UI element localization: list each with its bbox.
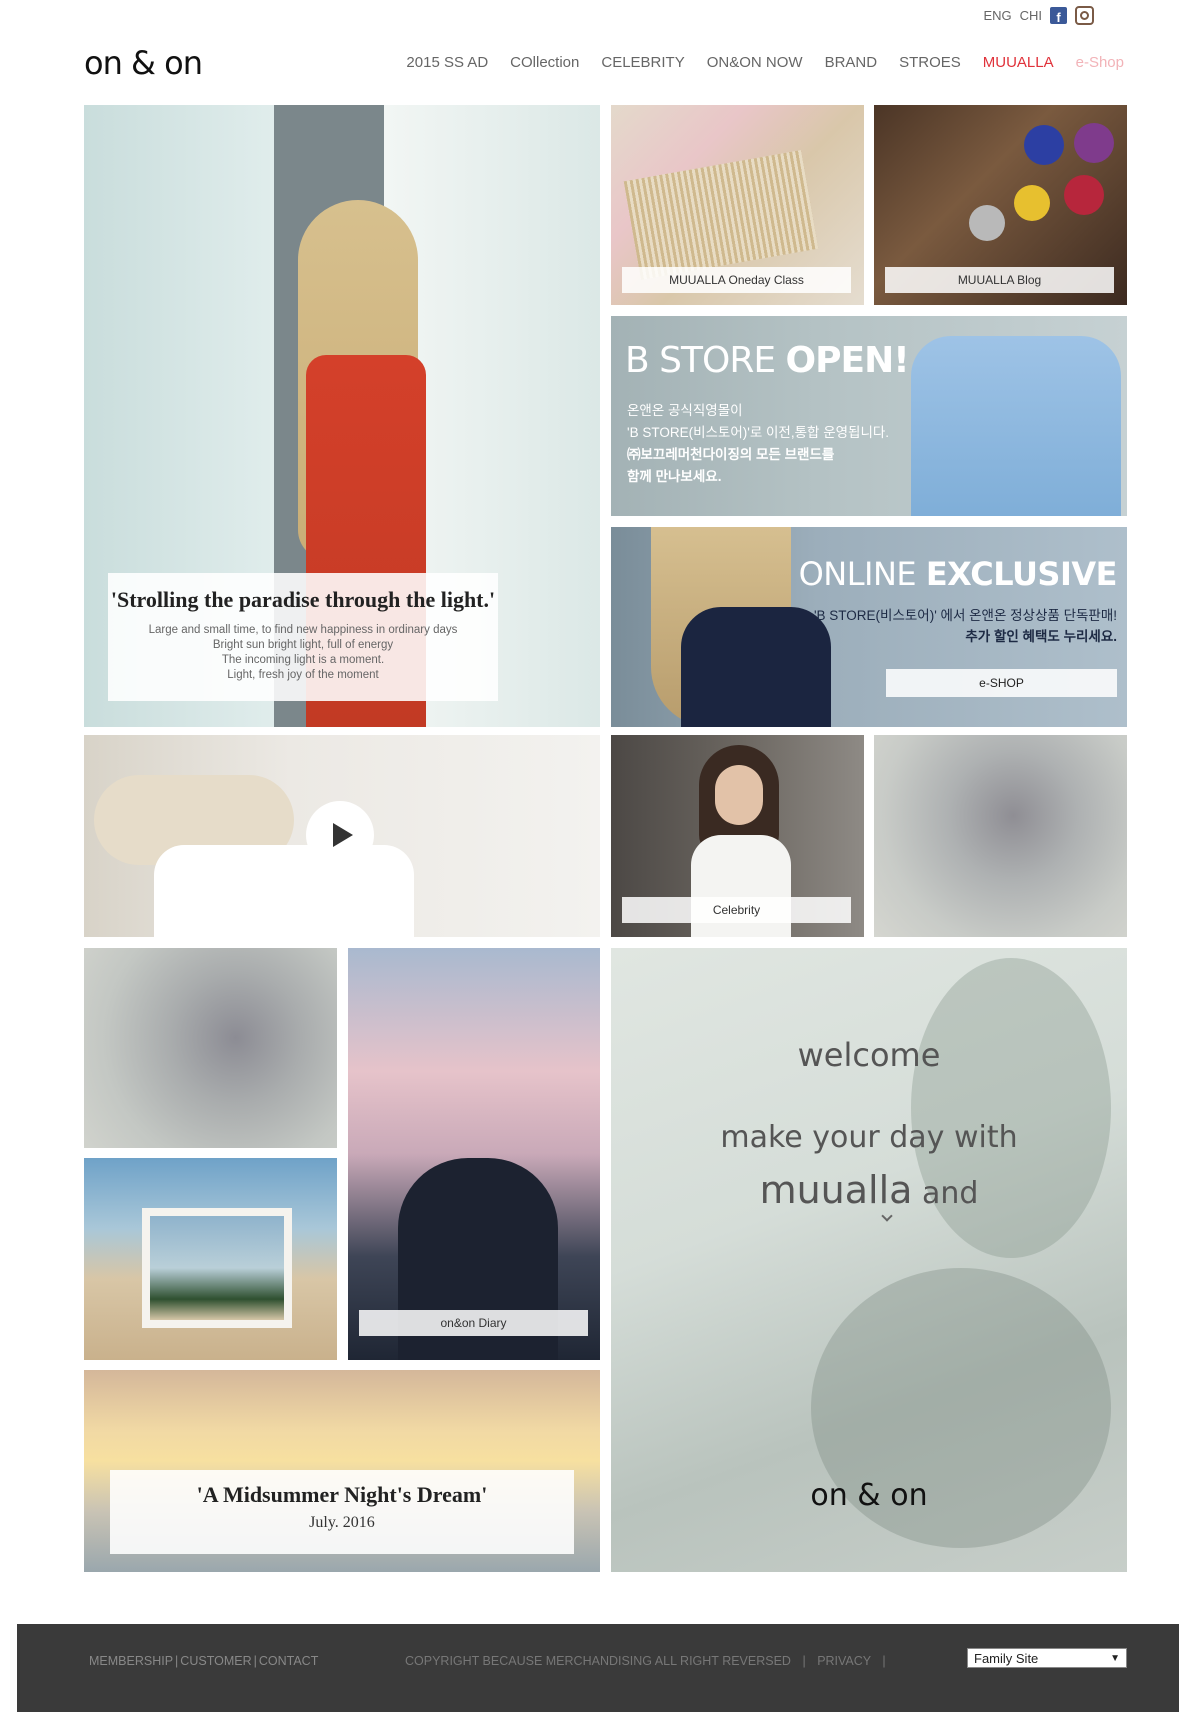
- polaroid-tile: [84, 1158, 337, 1360]
- nav-item-muualla[interactable]: MUUALLA: [983, 54, 1054, 71]
- online-title: ONLINE EXCLUSIVE: [798, 555, 1118, 593]
- hero-line: Large and small time, to find new happin…: [148, 624, 458, 636]
- footer: MEMBERSHIP | CUSTOMER | CONTACT COPYRIGHT BE…: [17, 1624, 1179, 1712]
- bstore-line: ㈜보끄레머천다이징의 모든 브랜드를: [627, 447, 835, 462]
- bstore-line: 'B STORE(비스토어)'로 이전,통합 운영됩니다.: [627, 425, 890, 440]
- model-top: [681, 607, 831, 727]
- nav-item-celebrity[interactable]: CELEBRITY: [601, 54, 684, 71]
- family-site-label: Family Site: [974, 1650, 1039, 1666]
- main-nav: 2015 SS AD COllection CELEBRITY ON&ON NO…: [406, 54, 1124, 71]
- midsummer-tile[interactable]: 'A Midsummer Night's Dream' July. 2016: [84, 1370, 600, 1572]
- yarn-5: [1074, 123, 1114, 163]
- copyright-text: COPYRIGHT BECAUSE MERCHANDISING ALL RIGH…: [405, 1654, 791, 1668]
- hero-line: The incoming light is a moment.: [221, 654, 385, 666]
- bstore-title-a: B STORE: [625, 340, 786, 381]
- hero-caption-box: 'Strolling the paradise through the ligh…: [108, 573, 498, 701]
- family-site-select[interactable]: Family Site ▼: [967, 1648, 1127, 1668]
- lang-eng-link[interactable]: ENG: [983, 8, 1011, 23]
- yarn-1: [1024, 125, 1064, 165]
- hero-title: 'Strolling the paradise through the ligh…: [110, 587, 496, 612]
- bstore-open-banner[interactable]: B STORE OPEN! 온앤온 공식직영몰이 'B STORE(비스토어)'…: [611, 316, 1127, 516]
- privacy-link[interactable]: PRIVACY: [817, 1654, 871, 1668]
- site-logo[interactable]: on & on: [84, 44, 203, 82]
- play-icon[interactable]: [306, 801, 374, 869]
- customer-link[interactable]: CUSTOMER: [180, 1654, 251, 1668]
- hero-line: Bright sun bright light, full of energy: [212, 639, 394, 651]
- facebook-icon[interactable]: f: [1050, 7, 1067, 24]
- muualla-blog-tile[interactable]: MUUALLA Blog: [874, 105, 1127, 305]
- pillow: [154, 845, 414, 937]
- online-title-b: EXCLUSIVE: [925, 555, 1118, 593]
- welcome-muualla: muualla: [759, 1168, 913, 1212]
- celebrity-face: [715, 765, 763, 825]
- dropdown-arrow-icon: ▼: [1110, 1652, 1120, 1664]
- yarn-4: [969, 205, 1005, 241]
- nav-item-eshop[interactable]: e-Shop: [1076, 54, 1124, 71]
- palm-shadow-tile-2: [84, 948, 337, 1148]
- muualla-class-tile[interactable]: MUUALLA Oneday Class: [611, 105, 864, 305]
- membership-link[interactable]: MEMBERSHIP: [89, 1654, 173, 1668]
- welcome-tile: welcome make your day with muualla and o…: [611, 948, 1127, 1572]
- online-line-1: 'B STORE(비스토어)' 에서 온앤온 정상상품 단독판매!: [813, 608, 1117, 623]
- bstore-title-b: OPEN!: [785, 340, 910, 381]
- midsummer-date: July. 2016: [309, 1514, 375, 1531]
- footer-links: MEMBERSHIP | CUSTOMER | CONTACT: [89, 1654, 319, 1668]
- nav-item-stores[interactable]: STROES: [899, 54, 961, 71]
- footer-copyright: COPYRIGHT BECAUSE MERCHANDISING ALL RIGH…: [405, 1654, 886, 1668]
- midsummer-caption-box: 'A Midsummer Night's Dream' July. 2016: [110, 1470, 574, 1554]
- nav-item-collection[interactable]: COllection: [510, 54, 579, 71]
- celebrity-tile[interactable]: Celebrity: [611, 735, 864, 937]
- contact-link[interactable]: CONTACT: [259, 1654, 319, 1668]
- model-blouse: [911, 336, 1121, 516]
- nav-item-brand[interactable]: BRAND: [825, 54, 878, 71]
- yarn-2: [1064, 175, 1104, 215]
- welcome-and: and: [912, 1176, 979, 1211]
- hero-tile[interactable]: 'Strolling the paradise through the ligh…: [84, 105, 600, 727]
- video-tile[interactable]: [84, 735, 600, 937]
- utility-bar: ENG CHI f: [983, 6, 1094, 25]
- muualla-blog-caption: MUUALLA Blog: [885, 267, 1114, 293]
- leaf-shadow-1: [911, 958, 1111, 1258]
- nav-item-onon-now[interactable]: ON&ON NOW: [707, 54, 803, 71]
- polaroid-photo: [142, 1208, 292, 1328]
- weaving-image: [623, 150, 819, 280]
- chevron-down-icon: [881, 1210, 893, 1222]
- muualla-class-caption: MUUALLA Oneday Class: [622, 267, 851, 293]
- welcome-line-1: welcome: [797, 1036, 941, 1074]
- instagram-icon[interactable]: [1075, 6, 1094, 25]
- lang-chi-link[interactable]: CHI: [1020, 8, 1042, 23]
- nav-item-2015-ss-ad[interactable]: 2015 SS AD: [406, 54, 488, 71]
- celebrity-caption: Celebrity: [622, 897, 851, 923]
- bstore-line: 온앤온 공식직영몰이: [627, 403, 743, 418]
- welcome-logo: on & on: [810, 1478, 928, 1513]
- midsummer-title: 'A Midsummer Night's Dream': [196, 1482, 488, 1507]
- yarn-3: [1014, 185, 1050, 221]
- hero-line: Light, fresh joy of the moment: [227, 669, 379, 681]
- bstore-title: B STORE OPEN!: [625, 340, 910, 381]
- welcome-line-2: make your day with: [720, 1120, 1018, 1155]
- bstore-line: 함께 만나보세요.: [627, 469, 722, 484]
- eshop-button[interactable]: e-SHOP: [886, 669, 1117, 697]
- diary-caption: on&on Diary: [359, 1310, 588, 1336]
- online-line-2: 추가 할인 혜택도 누리세요.: [965, 629, 1117, 644]
- palm-shadow-tile-1: [874, 735, 1127, 937]
- diary-tile[interactable]: on&on Diary: [348, 948, 600, 1360]
- welcome-line-3: muualla and: [611, 1168, 1127, 1212]
- online-title-a: ONLINE: [798, 555, 926, 593]
- online-exclusive-banner[interactable]: ONLINE EXCLUSIVE 'B STORE(비스토어)' 에서 온앤온 …: [611, 527, 1127, 727]
